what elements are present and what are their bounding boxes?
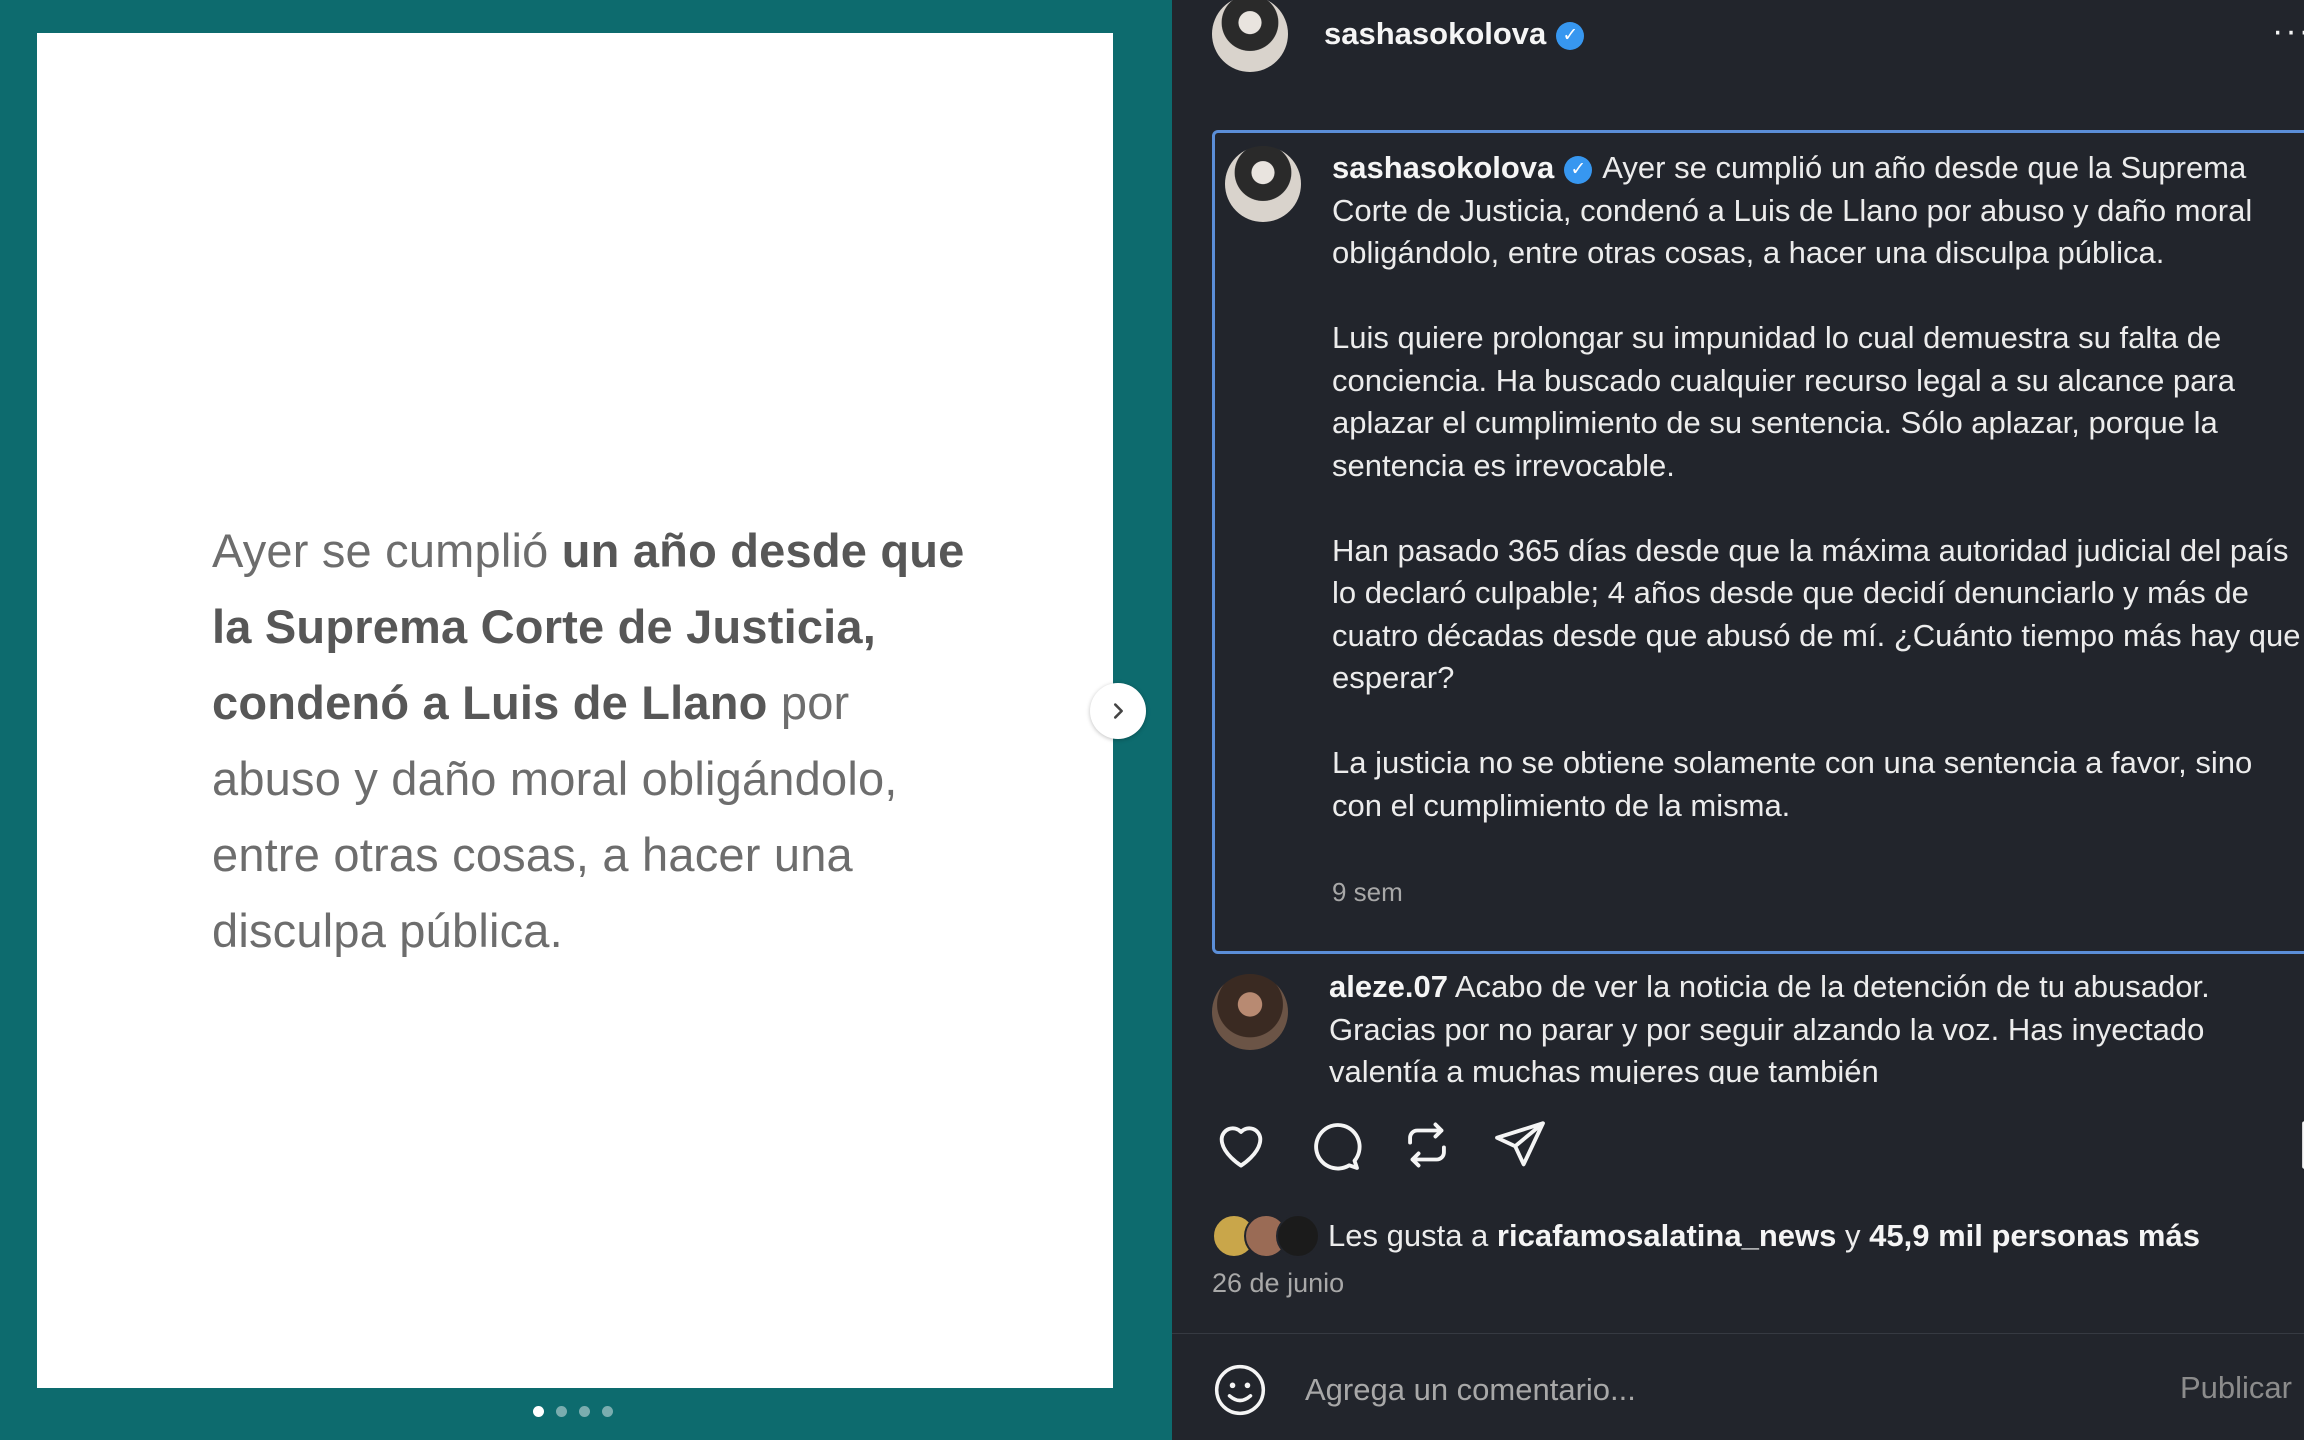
avatar[interactable] — [1212, 0, 1288, 72]
author-username[interactable]: sashasokolova — [1324, 16, 1546, 51]
repost-icon — [1408, 1122, 1446, 1168]
caption-username[interactable]: sashasokolova — [1332, 150, 1554, 185]
publish-button[interactable]: Publicar — [2180, 1370, 2292, 1406]
avatar[interactable] — [1225, 146, 1301, 222]
likes-summary: Les gusta a ricafamosalatina_news y 45,9… — [1212, 1212, 2200, 1260]
carousel-dot-active — [533, 1406, 544, 1417]
likes-connector: y — [1845, 1218, 1861, 1253]
carousel-dot — [579, 1406, 590, 1417]
post-date[interactable]: 26 de junio — [1212, 1268, 1344, 1299]
caption-paragraph: Han pasado 365 días desde que la máxima … — [1332, 532, 2301, 696]
action-bar — [1212, 1116, 2304, 1176]
comment-composer: Publicar — [1172, 1334, 2304, 1440]
liker-username[interactable]: ricafamosalatina_news — [1497, 1218, 1836, 1253]
caption-body: sashasokolova ✓ Ayer se cumplió un año des… — [1332, 147, 2304, 827]
send-icon — [1495, 1121, 1545, 1167]
carousel-slide: Ayer se cumplió un año desde que la Supr… — [37, 33, 1113, 1388]
like-button[interactable] — [1212, 1116, 1270, 1174]
emoji-icon[interactable] — [1212, 1362, 1268, 1418]
caption: sashasokolova ✓ Ayer se cumplió un año des… — [1212, 130, 2304, 954]
post-header: sashasokolova ✓ ··· — [1172, 0, 2304, 72]
media-panel: Ayer se cumplió un año desde que la Supr… — [0, 0, 1172, 1440]
caption-paragraph: Luis quiere prolongar su impunidad lo cu… — [1332, 320, 2235, 483]
carousel-dot — [602, 1406, 613, 1417]
avatar[interactable] — [1212, 974, 1288, 1050]
bookmark-icon — [2302, 1121, 2304, 1169]
share-button[interactable] — [1491, 1116, 1549, 1174]
post-panel: sashasokolova✓ ··· sashasokolova✓Ayer se… — [1172, 0, 2304, 1440]
likes-count[interactable]: 45,9 mil personas más — [1869, 1218, 2200, 1253]
caption-timestamp[interactable]: 9 sem — [1332, 877, 1403, 908]
repost-button[interactable] — [1398, 1116, 1456, 1174]
comment-item: aleze.07 Acabo de ver la noticia de la d… — [1212, 966, 2304, 1084]
carousel-next-button[interactable] — [1090, 683, 1146, 739]
slide-text: Ayer se cumplió un año desde que la Supr… — [212, 513, 972, 969]
save-button[interactable] — [2292, 1116, 2304, 1174]
comment-username[interactable]: aleze.07 — [1329, 969, 1448, 1004]
carousel-indicator — [533, 1406, 613, 1417]
liker-avatar — [1276, 1214, 1320, 1258]
slide-text-part: Ayer se cumplió — [212, 524, 562, 577]
verified-badge-icon: ✓ — [1556, 21, 1585, 50]
comment-text: Acabo de ver la noticia de la detención … — [1329, 969, 2210, 1084]
more-options-icon[interactable]: ··· — [2272, 12, 2304, 51]
carousel-dot — [556, 1406, 567, 1417]
comment-input[interactable] — [1305, 1366, 2085, 1414]
caption-paragraph: La justicia no se obtiene solamente con … — [1332, 745, 2253, 823]
chevron-right-icon — [1113, 703, 1123, 719]
verified-badge-icon: ✓ — [1564, 155, 1593, 184]
likes-prefix: Les gusta a — [1328, 1218, 1489, 1253]
heart-icon — [1219, 1126, 1263, 1168]
comment-button[interactable] — [1305, 1116, 1363, 1174]
comment-bubble-icon — [1314, 1123, 1362, 1171]
